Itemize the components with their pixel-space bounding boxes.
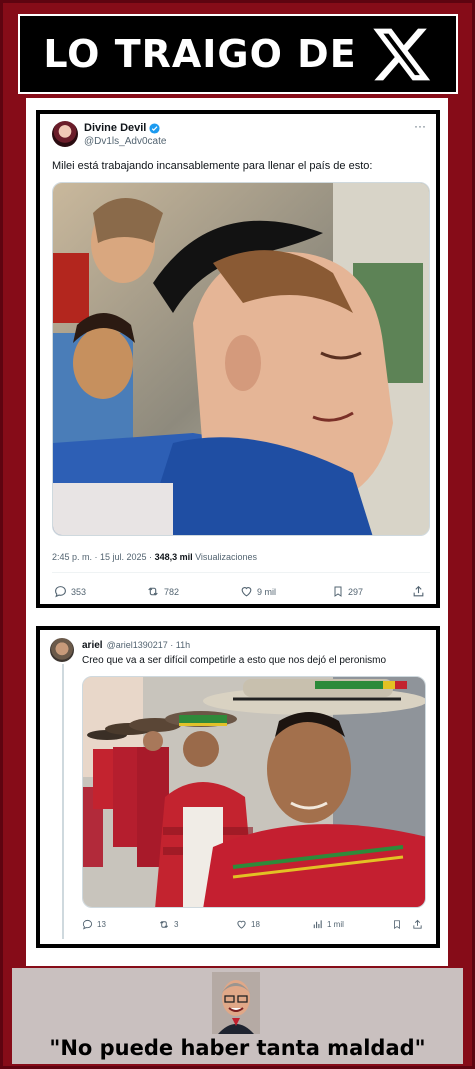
share-button[interactable] — [412, 919, 427, 930]
bookmark-button[interactable] — [392, 919, 412, 930]
share-button[interactable] — [412, 585, 429, 598]
reply-button[interactable]: 353 — [54, 585, 146, 598]
tweet-timestamp[interactable]: 2:45 p. m. · 15 jul. 2025 · 348,3 mil Vi… — [52, 552, 257, 562]
footer-quote: "No puede haber tanta maldad" — [49, 1036, 426, 1060]
tweet-image[interactable] — [82, 676, 426, 908]
author-name[interactable]: Divine Devil — [84, 122, 146, 134]
heart-icon — [241, 587, 252, 597]
repost-count: 782 — [164, 586, 180, 597]
heart-icon — [237, 920, 246, 929]
thread-line — [62, 664, 64, 939]
verified-badge-icon — [149, 122, 160, 134]
views-count: 1 mil — [327, 920, 344, 929]
header-title: LO TRAIGO DE — [43, 32, 357, 76]
repost-icon — [160, 921, 168, 928]
header-banner: LO TRAIGO DE — [18, 14, 458, 94]
photo-men-traditional-ponchos — [83, 677, 425, 907]
bookmark-icon — [334, 586, 342, 597]
tweet-text: Milei está trabajando incansablemente pa… — [52, 160, 373, 172]
author-handle[interactable]: @ariel1390217 · 11h — [107, 640, 191, 650]
timestamp-text: 2:45 p. m. · 15 jul. 2025 · — [52, 552, 155, 562]
repost-icon — [148, 587, 158, 596]
views-label: Visualizaciones — [192, 552, 257, 562]
man-portrait-image — [212, 972, 260, 1034]
repost-button[interactable]: 3 — [158, 919, 236, 930]
avatar[interactable] — [50, 638, 74, 662]
analytics-icon — [313, 920, 322, 929]
tweet-image[interactable] — [52, 182, 430, 536]
bookmark-button[interactable]: 297 — [332, 585, 412, 598]
share-icon — [413, 585, 424, 597]
reply-icon — [55, 586, 66, 598]
reply-count: 353 — [71, 586, 87, 597]
tweet-card-2[interactable]: ariel @ariel1390217 · 11h Creo que va a … — [36, 626, 440, 948]
avatar[interactable] — [52, 121, 78, 147]
bookmark-count: 297 — [348, 586, 364, 597]
bookmark-icon — [394, 920, 400, 930]
tweet-card-1[interactable]: Divine Devil @Dv1ls_Adv0cate ··· Milei e… — [36, 110, 440, 608]
footer-banner: "No puede haber tanta maldad" — [12, 968, 463, 1064]
views-count: 348,3 mil — [154, 552, 193, 562]
tweet-text: Creo que va a ser difícil competirle a e… — [82, 655, 387, 666]
more-options-icon[interactable]: ··· — [414, 119, 426, 133]
reply-count: 13 — [97, 920, 106, 929]
author-name[interactable]: ariel — [82, 640, 103, 651]
share-icon — [413, 919, 422, 929]
divider — [52, 572, 430, 573]
like-count: 18 — [251, 920, 260, 929]
repost-count: 3 — [174, 920, 179, 929]
photo-young-man-kippah — [53, 183, 429, 535]
views-button[interactable]: 1 mil — [312, 919, 392, 930]
reply-icon — [82, 919, 93, 930]
reply-button[interactable]: 13 — [82, 919, 158, 930]
avatar-photo — [212, 972, 260, 1034]
like-button[interactable]: 9 mil — [240, 585, 332, 598]
author-handle[interactable]: @Dv1ls_Adv0cate — [84, 136, 166, 147]
like-button[interactable]: 18 — [236, 919, 312, 930]
like-count: 9 mil — [257, 586, 277, 597]
x-logo-icon — [372, 28, 430, 81]
repost-button[interactable]: 782 — [146, 585, 240, 598]
